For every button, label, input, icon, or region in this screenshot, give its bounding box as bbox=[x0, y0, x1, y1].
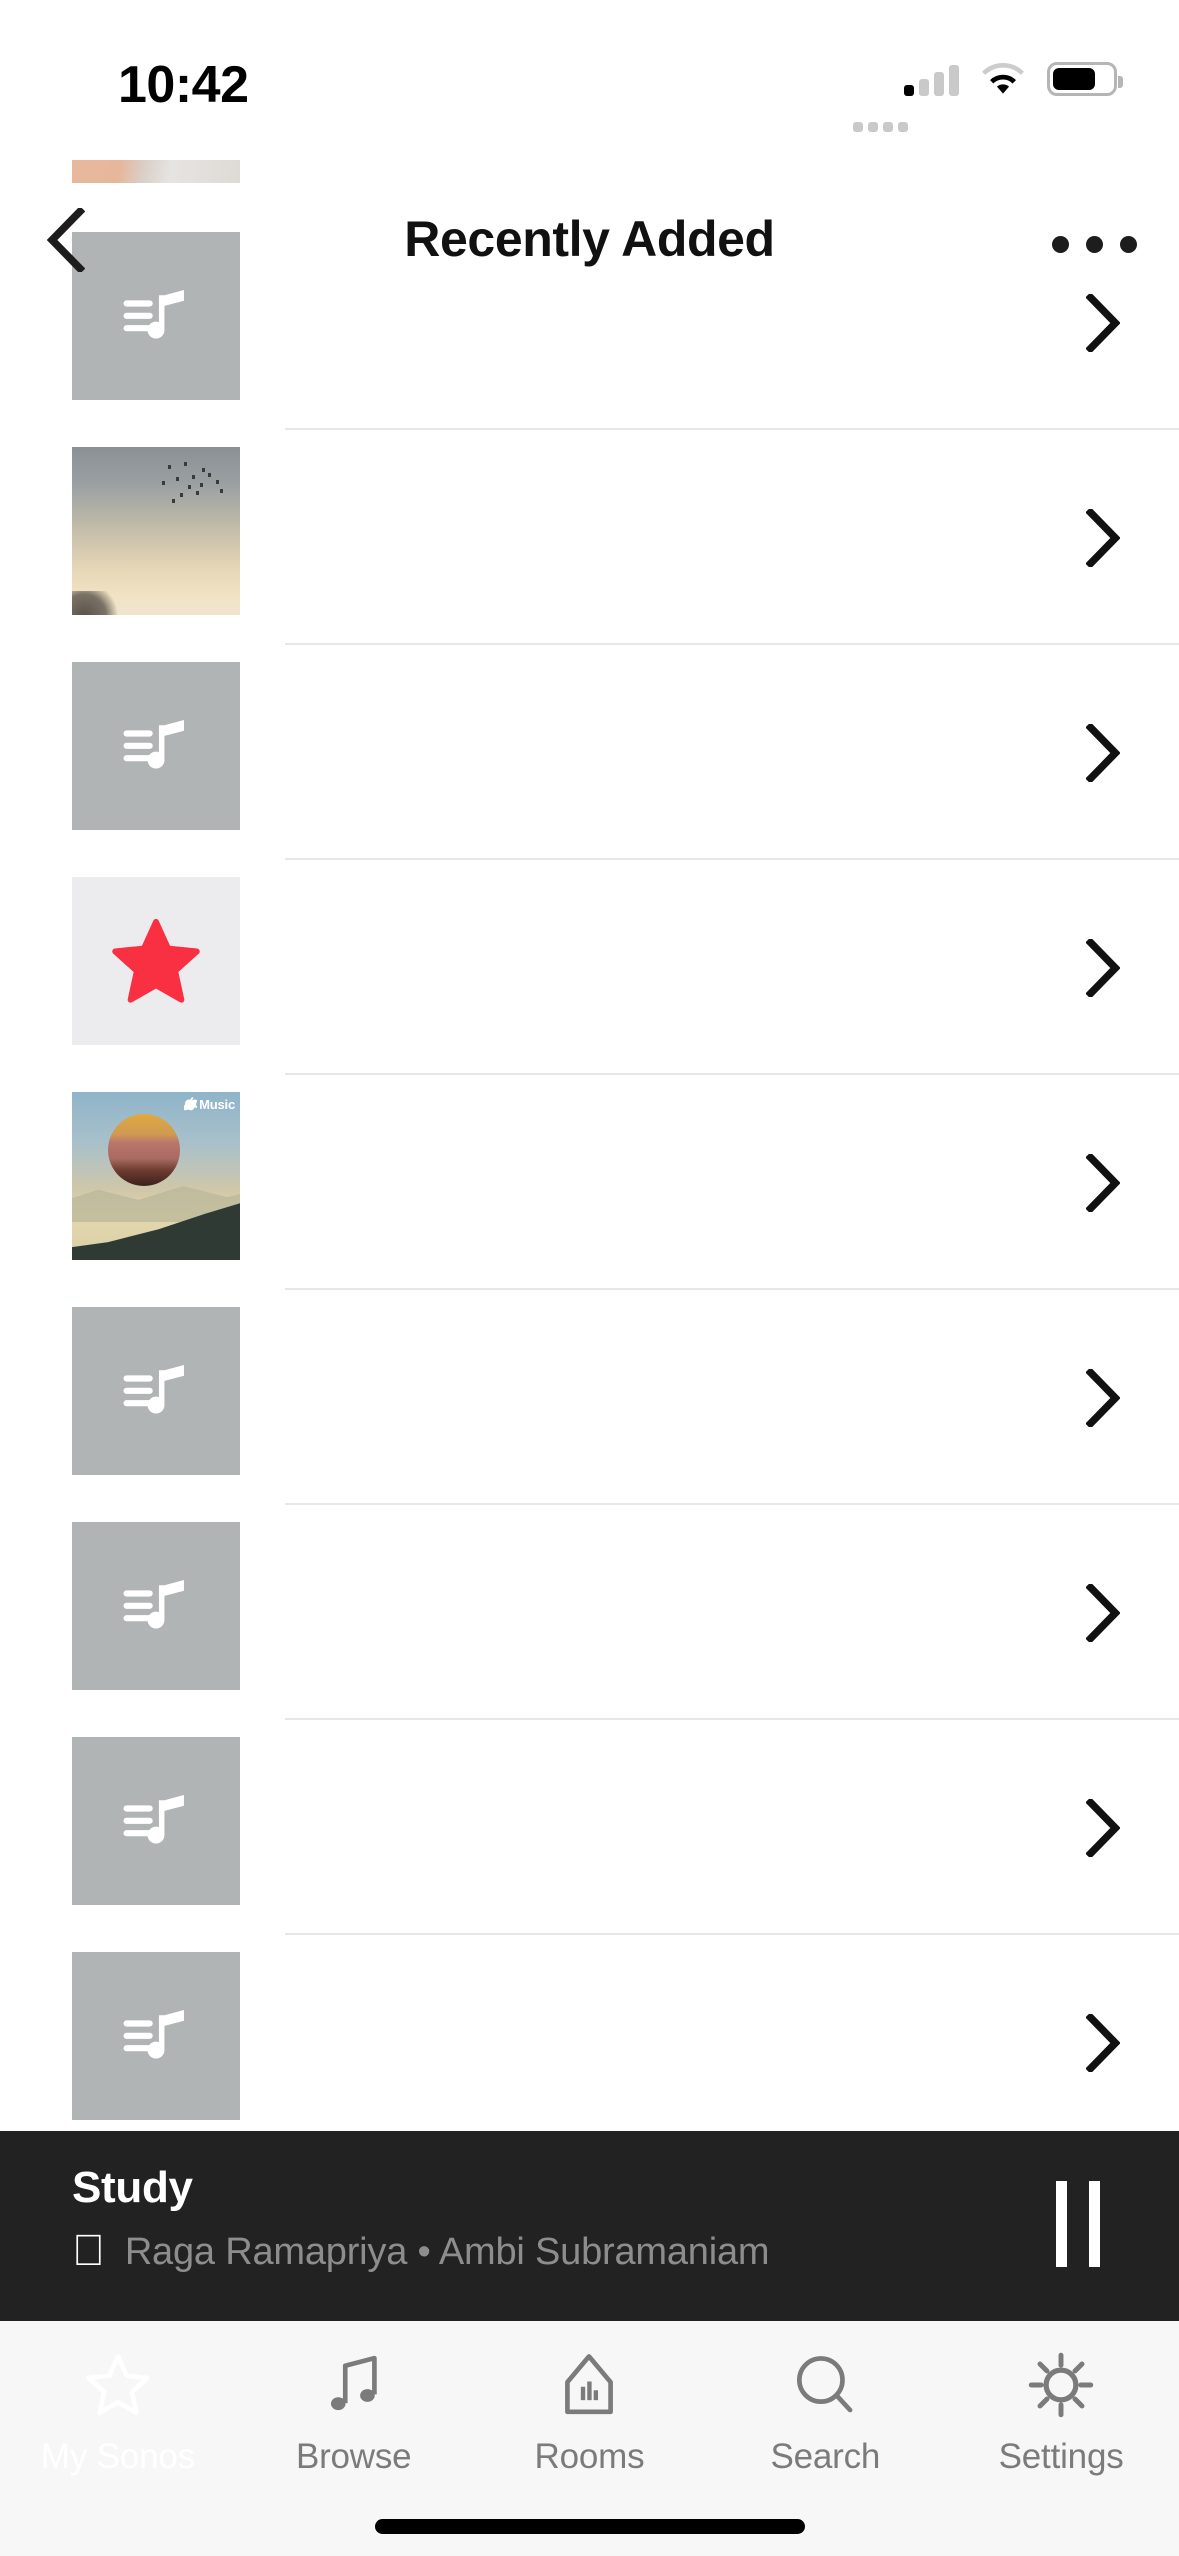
tab-label: Search bbox=[770, 2437, 881, 2476]
status-bar-indicators bbox=[853, 62, 1123, 132]
list-item[interactable] bbox=[0, 1720, 1179, 1935]
status-bar-time: 10:42 bbox=[118, 56, 249, 114]
row-artwork bbox=[72, 1952, 240, 2120]
tab-label: Rooms bbox=[534, 2437, 645, 2476]
home-indicator bbox=[374, 2519, 805, 2534]
now-playing-subtitle-row:  Raga Ramapriya • Ambi Subramaniam bbox=[72, 2228, 770, 2274]
tab-settings[interactable]: Settings bbox=[943, 2321, 1179, 2556]
apple-logo-icon:  bbox=[72, 2228, 105, 2273]
row-artwork bbox=[72, 662, 240, 830]
house-bars-icon bbox=[554, 2343, 624, 2427]
list-item[interactable] bbox=[0, 430, 1179, 645]
music-note-placeholder-icon bbox=[72, 1307, 240, 1475]
battery-icon bbox=[1047, 62, 1123, 96]
row-artwork bbox=[72, 877, 240, 1045]
nav-bar: Recently Added bbox=[0, 196, 1179, 306]
photo-hand-artwork bbox=[72, 160, 240, 183]
now-playing-subtitle: Raga Ramapriya • Ambi Subramaniam bbox=[92, 2231, 770, 2273]
pause-icon bbox=[1089, 2181, 1100, 2267]
music-note-placeholder-icon bbox=[72, 662, 240, 830]
row-title bbox=[285, 645, 1049, 860]
chevron-right-icon[interactable] bbox=[1073, 430, 1133, 645]
apple-music-cover-artwork: Music bbox=[72, 1092, 240, 1260]
chevron-right-icon[interactable] bbox=[1073, 1720, 1133, 1935]
chevron-right-icon[interactable] bbox=[1073, 1290, 1133, 1505]
row-artwork bbox=[72, 447, 240, 615]
list-item[interactable] bbox=[0, 860, 1179, 1075]
wifi-icon bbox=[982, 63, 1024, 94]
chevron-right-icon[interactable] bbox=[1073, 1075, 1133, 1290]
recently-added-list[interactable]: Music bbox=[0, 160, 1179, 2160]
chevron-right-icon[interactable] bbox=[1073, 860, 1133, 1075]
music-note-placeholder-icon bbox=[72, 1522, 240, 1690]
status-bar: 10:42 bbox=[0, 0, 1179, 160]
list-item[interactable] bbox=[0, 1290, 1179, 1505]
gear-icon bbox=[1026, 2343, 1096, 2427]
chevron-right-icon[interactable] bbox=[1073, 1935, 1133, 2150]
star-favorite-icon bbox=[72, 877, 240, 1045]
now-playing-bar[interactable]: Study  Raga Ramapriya • Ambi Subramania… bbox=[0, 2131, 1179, 2321]
photo-sunset-artwork bbox=[72, 447, 240, 615]
music-note-placeholder-icon bbox=[72, 1737, 240, 1905]
list-item[interactable] bbox=[0, 1505, 1179, 1720]
music-note-icon bbox=[319, 2343, 389, 2427]
tab-label: Settings bbox=[998, 2437, 1124, 2476]
row-title bbox=[285, 430, 1049, 645]
tab-label: My Sonos bbox=[40, 2437, 195, 2476]
music-note-placeholder-icon bbox=[72, 1952, 240, 2120]
list-item[interactable]: Music bbox=[0, 1075, 1179, 1290]
list-item[interactable] bbox=[0, 1935, 1179, 2150]
row-title bbox=[285, 860, 1049, 1075]
row-title bbox=[285, 1290, 1049, 1505]
row-title bbox=[285, 1075, 1049, 1290]
row-title bbox=[285, 1505, 1049, 1720]
row-artwork bbox=[72, 1522, 240, 1690]
ellipsis-icon bbox=[1052, 235, 1069, 253]
chevron-right-icon[interactable] bbox=[1073, 645, 1133, 860]
apple-music-badge: Music bbox=[184, 1097, 235, 1112]
row-artwork: Music bbox=[72, 1092, 240, 1260]
row-artwork bbox=[72, 1737, 240, 1905]
row-artwork bbox=[72, 1307, 240, 1475]
chevron-right-icon[interactable] bbox=[1073, 1505, 1133, 1720]
tab-label: Browse bbox=[295, 2437, 412, 2476]
more-options-button[interactable] bbox=[1052, 214, 1137, 274]
cellular-signal-icon bbox=[853, 62, 959, 132]
ellipsis-icon bbox=[1086, 235, 1103, 253]
star-icon bbox=[81, 2343, 155, 2427]
row-artwork bbox=[72, 160, 240, 183]
tab-my-sonos[interactable]: My Sonos bbox=[0, 2321, 236, 2556]
row-title bbox=[285, 1935, 1049, 2150]
pause-icon bbox=[1056, 2181, 1067, 2267]
page-title: Recently Added bbox=[404, 211, 775, 267]
pause-button[interactable] bbox=[1039, 2181, 1117, 2267]
now-playing-room: Study bbox=[72, 2163, 193, 2212]
ellipsis-icon bbox=[1120, 235, 1137, 253]
row-title bbox=[285, 1720, 1049, 1935]
list-item[interactable] bbox=[0, 645, 1179, 860]
magnifier-icon bbox=[790, 2343, 860, 2427]
app-root: 10:42 Music Recently Added Study Raga Ra… bbox=[0, 0, 1179, 2556]
